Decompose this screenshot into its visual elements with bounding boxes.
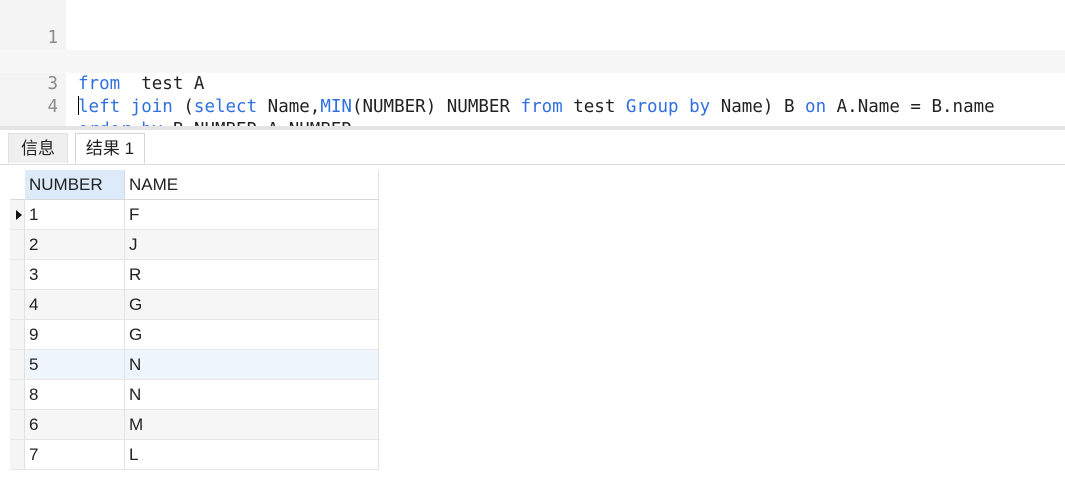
cell-number[interactable]: 1 [25, 200, 125, 229]
sql-text: A.Name = B.name [826, 97, 995, 117]
table-row[interactable]: 9G [10, 320, 379, 350]
sql-text: Name) B [710, 97, 806, 117]
cell-number[interactable]: 6 [25, 410, 125, 439]
sql-keyword: from [520, 97, 563, 117]
cell-name[interactable]: R [125, 260, 379, 289]
row-indicator[interactable] [10, 320, 25, 349]
cell-number[interactable]: 5 [25, 350, 125, 379]
result-grid[interactable]: NUMBER NAME 1F2J3R4G9G5N8N6M7L [10, 170, 379, 470]
cell-name[interactable]: M [125, 410, 379, 439]
sql-keyword: select [193, 97, 258, 117]
code-text[interactable]: order by B.NUMBER,A.NUMBER [78, 119, 352, 126]
sql-keyword: left join [78, 97, 173, 117]
cell-number[interactable]: 9 [25, 320, 125, 349]
row-indicator[interactable] [10, 410, 25, 439]
column-header-number[interactable]: NUMBER [25, 170, 125, 199]
cell-number[interactable]: 2 [25, 230, 125, 259]
result-tab-bar: 信息 结果 1 [0, 130, 1065, 165]
cell-name[interactable]: N [125, 380, 379, 409]
line-number: 4 [47, 97, 58, 117]
code-line-3[interactable]: 3 left join (select Name,MIN(NUMBER) NUM… [0, 50, 1065, 117]
table-row[interactable]: 4G [10, 290, 379, 320]
tab-result-1[interactable]: 结果 1 [75, 133, 145, 164]
row-indicator[interactable] [10, 350, 25, 379]
sql-keyword: MIN [320, 97, 352, 117]
grid-header-row: NUMBER NAME [10, 170, 379, 200]
grid-body: 1F2J3R4G9G5N8N6M7L [10, 200, 379, 470]
sql-text: Name, [257, 97, 321, 117]
sql-text: ( [172, 97, 194, 117]
table-row[interactable]: 6M [10, 410, 379, 440]
sql-keyword: Group by [625, 97, 711, 117]
cell-name[interactable]: G [125, 320, 379, 349]
cell-number[interactable]: 4 [25, 290, 125, 319]
cell-name[interactable]: L [125, 440, 379, 469]
cell-name[interactable]: G [125, 290, 379, 319]
cell-name[interactable]: N [125, 350, 379, 379]
table-row[interactable]: 5N [10, 350, 379, 380]
table-row[interactable]: 1F [10, 200, 379, 230]
column-header-name[interactable]: NAME [125, 170, 379, 199]
row-indicator[interactable] [10, 230, 25, 259]
cell-name[interactable]: J [125, 230, 379, 259]
table-row[interactable]: 3R [10, 260, 379, 290]
row-indicator[interactable] [10, 200, 25, 229]
sql-text: (NUMBER) NUMBER [351, 97, 521, 117]
table-row[interactable]: 2J [10, 230, 379, 260]
row-indicator[interactable] [10, 440, 25, 469]
code-line-1[interactable]: 1 select A.* [0, 4, 1065, 71]
row-indicator-header [10, 170, 25, 199]
cell-number[interactable]: 8 [25, 380, 125, 409]
sql-text: test [562, 97, 626, 117]
sql-keyword: on [805, 97, 827, 117]
tab-info[interactable]: 信息 [8, 133, 68, 163]
cell-name[interactable]: F [125, 200, 379, 229]
table-row[interactable]: 7L [10, 440, 379, 470]
cell-number[interactable]: 3 [25, 260, 125, 289]
code-text[interactable]: left join (select Name,MIN(NUMBER) NUMBE… [78, 96, 995, 119]
row-pointer-triangle-icon [16, 210, 22, 220]
table-row[interactable]: 8N [10, 380, 379, 410]
row-indicator[interactable] [10, 380, 25, 409]
row-indicator[interactable] [10, 290, 25, 319]
code-line-2[interactable]: 2 from test A [0, 27, 1065, 94]
sql-editor[interactable]: 1 select A.* 2 from test A 3 left join (… [0, 0, 1065, 126]
row-indicator[interactable] [10, 260, 25, 289]
cell-number[interactable]: 7 [25, 440, 125, 469]
code-line-4[interactable]: 4 order by B.NUMBER,A.NUMBER [0, 73, 1065, 126]
